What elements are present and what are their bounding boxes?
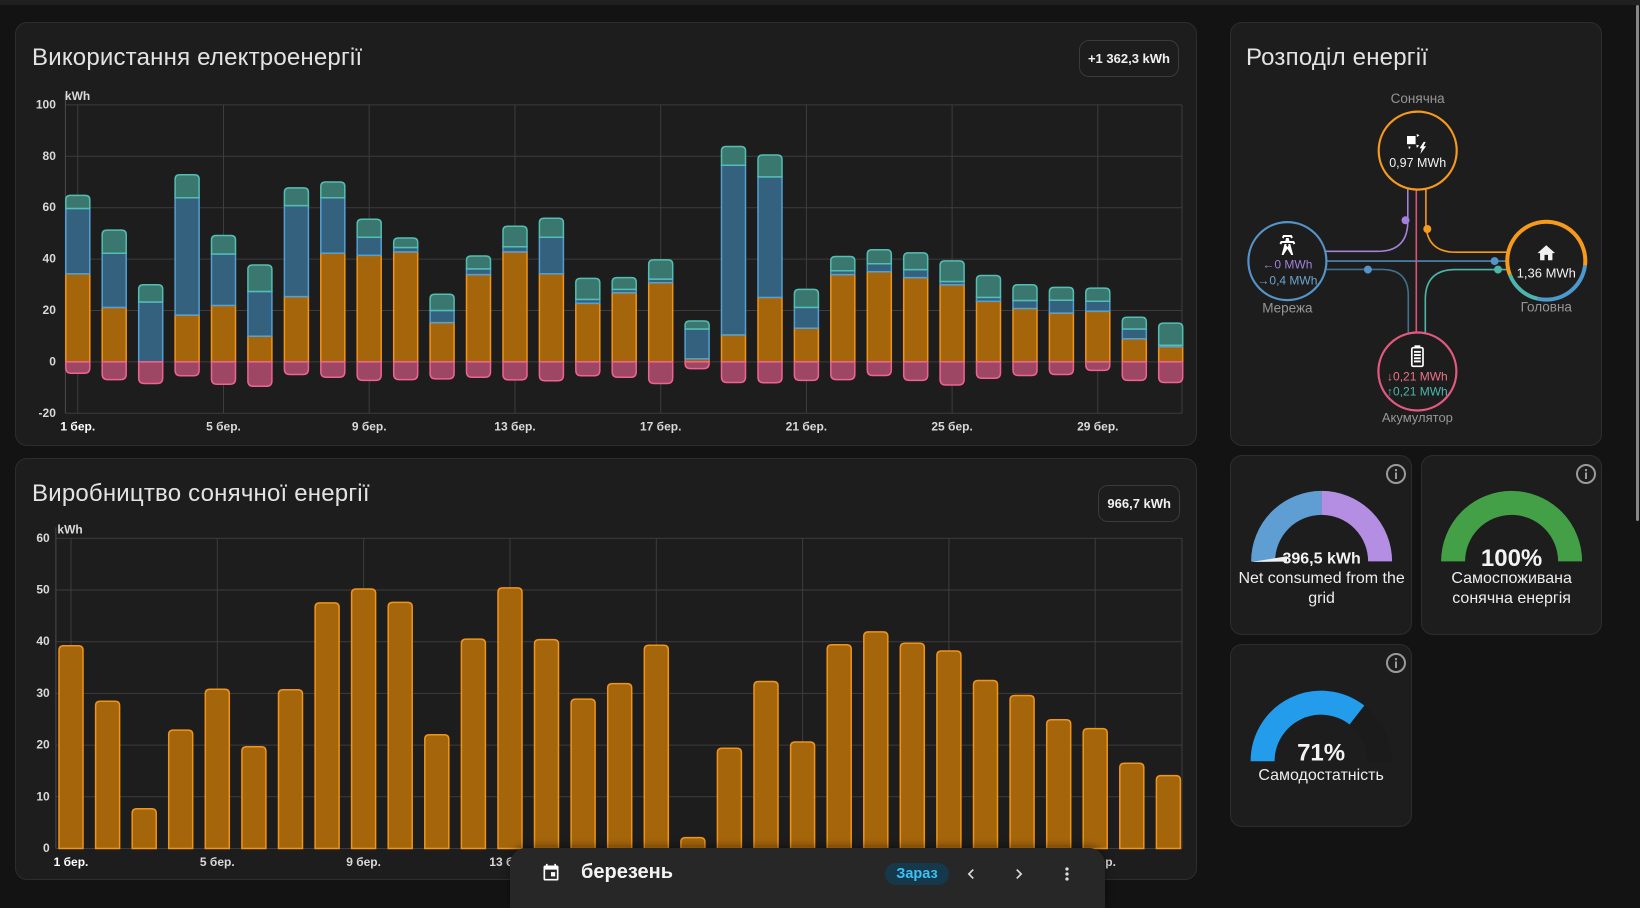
svg-text:Сонячна: Сонячна xyxy=(1391,91,1446,106)
svg-text:↑0,21 MWh: ↑0,21 MWh xyxy=(1387,385,1448,399)
svg-text:30: 30 xyxy=(36,686,50,700)
svg-text:20: 20 xyxy=(43,303,57,317)
svg-text:0,97 MWh: 0,97 MWh xyxy=(1389,156,1446,170)
svg-text:kWh: kWh xyxy=(65,89,90,103)
svg-text:↓0,21 MWh: ↓0,21 MWh xyxy=(1387,370,1448,384)
svg-text:1,36 MWh: 1,36 MWh xyxy=(1517,266,1576,281)
svg-text:40: 40 xyxy=(43,252,57,266)
svg-text:Мережа: Мережа xyxy=(1262,301,1313,316)
svg-text:80: 80 xyxy=(43,149,57,163)
svg-text:1 бер.: 1 бер. xyxy=(60,419,95,433)
svg-text:71%: 71% xyxy=(1297,740,1345,767)
svg-text:17 бер.: 17 бер. xyxy=(640,419,681,433)
svg-text:25 бер.: 25 бер. xyxy=(931,419,972,433)
svg-text:Самодостатність: Самодостатність xyxy=(1258,767,1384,784)
svg-text:9 бер.: 9 бер. xyxy=(352,419,387,433)
svg-text:grid: grid xyxy=(1308,590,1335,607)
svg-text:5 бер.: 5 бер. xyxy=(200,855,235,869)
svg-text:60: 60 xyxy=(36,531,50,545)
svg-text:→0,4 MWh: →0,4 MWh xyxy=(1257,274,1317,288)
svg-text:1 бер.: 1 бер. xyxy=(54,855,89,869)
svg-text:0: 0 xyxy=(49,354,56,368)
svg-text:Акумулятор: Акумулятор xyxy=(1382,410,1453,425)
svg-text:50: 50 xyxy=(36,583,50,597)
svg-text:←0 MWh: ←0 MWh xyxy=(1262,258,1312,272)
svg-text:21 бер.: 21 бер. xyxy=(786,419,827,433)
svg-text:Самоспоживана: Самоспоживана xyxy=(1451,570,1572,587)
svg-text:0: 0 xyxy=(43,841,50,855)
svg-text:сонячна енергія: сонячна енергія xyxy=(1452,590,1571,607)
svg-text:20: 20 xyxy=(36,738,50,752)
svg-text:Головна: Головна xyxy=(1521,300,1573,315)
svg-text:9 бер.: 9 бер. xyxy=(346,855,381,869)
svg-text:5 бер.: 5 бер. xyxy=(206,419,241,433)
svg-text:13 бер.: 13 бер. xyxy=(494,419,535,433)
svg-text:Net consumed from the: Net consumed from the xyxy=(1238,570,1404,587)
svg-text:60: 60 xyxy=(43,200,57,214)
svg-text:40: 40 xyxy=(36,634,50,648)
svg-text:29 бер.: 29 бер. xyxy=(1077,419,1118,433)
svg-text:100: 100 xyxy=(36,97,56,111)
svg-text:396,5 kWh: 396,5 kWh xyxy=(1282,550,1360,567)
svg-text:10: 10 xyxy=(36,789,50,803)
svg-text:kWh: kWh xyxy=(57,522,82,536)
svg-text:-20: -20 xyxy=(39,406,57,420)
svg-text:100%: 100% xyxy=(1481,545,1542,572)
